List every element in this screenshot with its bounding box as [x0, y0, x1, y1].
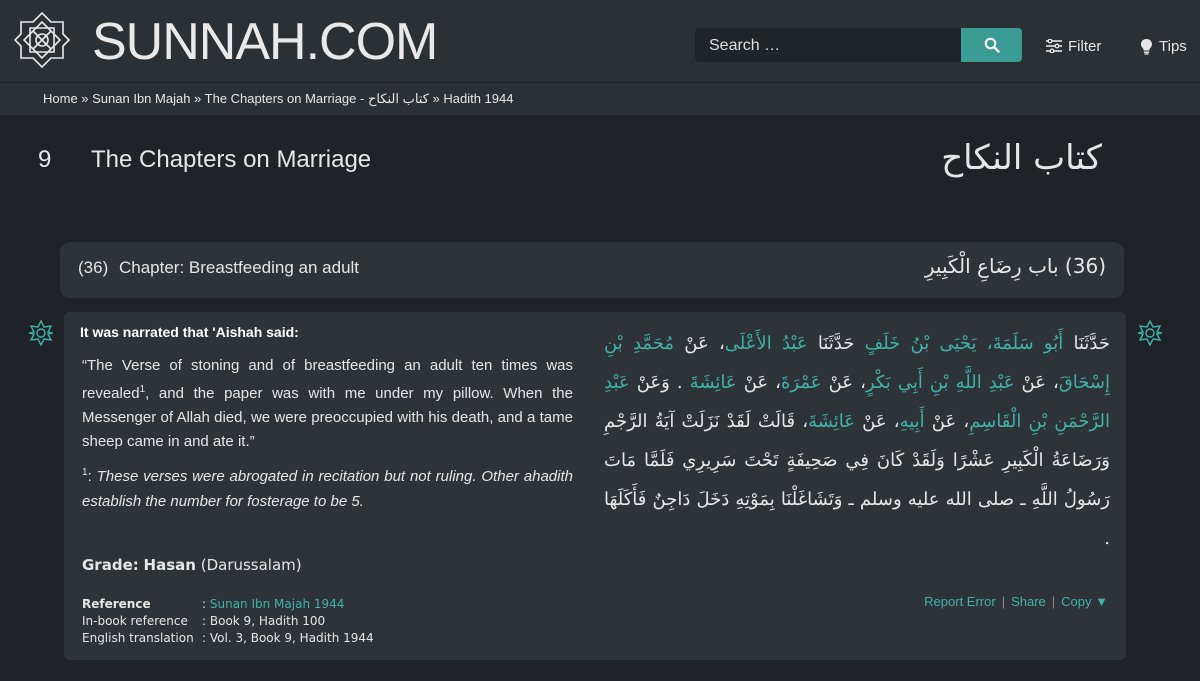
reference-label: Reference [82, 597, 151, 611]
report-error-link[interactable]: Report Error [924, 594, 996, 609]
arabic-narrator-link[interactable]: أَبِيهِ [900, 411, 925, 432]
hadith-grade: Grade: Hasan (Darussalam) [82, 556, 302, 574]
hadith-english-text: “The Verse of stoning and of breastfeedi… [82, 354, 573, 454]
english-colon: : [202, 631, 207, 645]
arabic-segment: ، عَنْ [684, 333, 725, 354]
hadith-ornament-icon-right [1137, 320, 1163, 346]
tips-label: Tips [1159, 37, 1187, 55]
reference-row: Reference : Sunan Ibn Majah 1944 [82, 596, 374, 613]
book-arabic-title: كتاب النكاح [941, 138, 1102, 178]
hadith-arabic-text: حَدَّثَنَا أَبُو سَلَمَةَ، يَحْيَى بْنُ … [604, 324, 1110, 558]
grade-separator: : [132, 556, 139, 574]
search-box [695, 28, 961, 62]
breadcrumb-trail[interactable]: Home » Sunan Ibn Majah » The Chapters on… [43, 91, 513, 107]
chapter-title: Chapter: Breastfeeding an adult [118, 258, 360, 277]
grade-source: (Darussalam) [200, 556, 302, 574]
inbook-colon: : [202, 614, 207, 628]
arabic-segment: حَدَّثَنَا [817, 333, 855, 354]
search-input[interactable] [707, 34, 951, 58]
arabic-segment: ، عَنْ [862, 411, 900, 432]
inbook-reference-row: In-book reference : Book 9, Hadith 100 [82, 613, 374, 630]
english-translation-row: English translation : Vol. 3, Book 9, Ha… [82, 630, 374, 647]
search-button[interactable] [961, 28, 1022, 62]
footnote-text: These verses were abrogated in recitatio… [82, 468, 573, 510]
action-separator: | [1051, 594, 1056, 609]
site-logo-text[interactable]: SUNNAH.COM [92, 12, 438, 72]
chapter-heading: (36) Chapter: Breastfeeding an adult (36… [60, 242, 1124, 298]
chapter-english: (36) Chapter: Breastfeeding an adult [78, 258, 359, 278]
inbook-reference-label: In-book reference [82, 614, 188, 628]
english-translation-label: English translation [82, 631, 194, 645]
hadith-narrator: It was narrated that 'Aishah said: [80, 324, 299, 340]
search-icon [984, 37, 1000, 53]
copy-dropdown[interactable]: Copy ▼ [1061, 594, 1108, 609]
arabic-segment: ، عَنْ [931, 411, 970, 432]
grade-value: Hasan [143, 556, 196, 574]
inbook-reference-value: Book 9, Hadith 100 [209, 614, 326, 628]
arabic-segment: حَدَّثَنَا [1073, 333, 1110, 354]
arabic-narrator-link[interactable]: عَبْدِ اللَّهِ بْنِ أَبِي بَكْرٍ [866, 372, 1015, 393]
sliders-icon [1046, 39, 1062, 53]
arabic-narrator-link[interactable]: أَبُو سَلَمَةَ، يَحْيَى بْنُ خَلَفٍ [865, 333, 1064, 354]
filter-label: Filter [1068, 37, 1102, 55]
reference-link[interactable]: Sunan Ibn Majah 1944 [210, 596, 345, 613]
hadith-container: It was narrated that 'Aishah said: “The … [64, 312, 1126, 660]
arabic-narrator-link[interactable]: عَائِشَةَ [690, 372, 737, 393]
lightbulb-icon [1141, 38, 1152, 55]
sunnah-logo-icon[interactable] [12, 10, 72, 70]
hadith-ornament-icon-left [28, 320, 54, 346]
chapter-arabic: (36) باب رِضَاعِ الْكَبِيرِ [925, 254, 1106, 278]
chapter-arabic-title: باب رِضَاعِ الْكَبِيرِ [924, 254, 1059, 278]
arabic-segment: ، عَنْ [1021, 372, 1059, 393]
chapter-arabic-number: (36) [1064, 254, 1106, 278]
arabic-narrator-link[interactable]: عَائِشَةَ [808, 411, 855, 432]
reference-table: Reference : Sunan Ibn Majah 1944 In-book… [82, 596, 374, 647]
footnote-label: 1 [82, 467, 88, 478]
arabic-narrator-link[interactable]: عَبْدُ الأَعْلَى [725, 333, 808, 354]
english-translation-value: Vol. 3, Book 9, Hadith 1944 [209, 631, 374, 645]
action-separator: | [1001, 594, 1006, 609]
site-header: SUNNAH.COM Filter Tips [0, 0, 1200, 82]
share-link[interactable]: Share [1011, 594, 1046, 609]
reference-colon: : [202, 597, 207, 611]
arabic-segment: . وَعَنْ [636, 372, 683, 393]
arabic-narrator-link[interactable]: عَمْرَةَ [781, 372, 822, 393]
hadith-actions: Report Error | Share | Copy ▼ [924, 594, 1108, 609]
filter-button[interactable]: Filter [1046, 34, 1101, 58]
chapter-number: (36) [78, 258, 109, 277]
hadith-text-part2: , and the paper was with me under my pil… [82, 385, 573, 450]
book-number: 9 [38, 146, 52, 173]
hadith-footnote: 1: These verses were abrogated in recita… [82, 467, 573, 510]
book-title: The Chapters on Marriage [91, 146, 372, 173]
arabic-segment: ، عَنْ [743, 372, 781, 393]
arabic-segment: ، عَنْ [828, 372, 866, 393]
tips-button[interactable]: Tips [1140, 34, 1187, 58]
grade-label: Grade [82, 556, 133, 574]
breadcrumb: Home » Sunan Ibn Majah » The Chapters on… [0, 82, 1200, 115]
